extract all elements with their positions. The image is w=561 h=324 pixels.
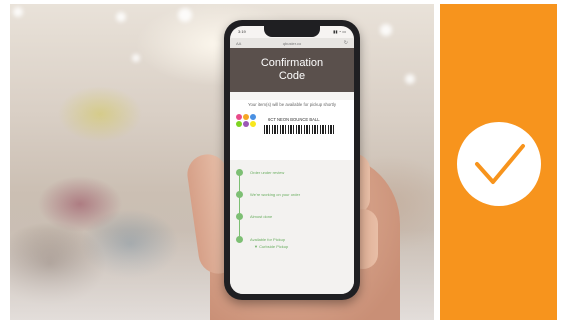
order-card: Your item(s) will be available for picku…	[230, 100, 354, 160]
status-icons: ▮▮ ◔ ▭	[333, 29, 346, 34]
check-circle	[457, 122, 541, 206]
timeline-step: Order under review	[250, 170, 285, 175]
timeline-step: Almost done	[250, 214, 273, 219]
timeline-dot	[236, 213, 243, 220]
pickup-message: Your item(s) will be available for picku…	[248, 102, 336, 107]
store-photo: 3:19 ▮▮ ◔ ▭ AA qbuster.co ↻ Confirmation…	[10, 4, 434, 320]
barcode	[264, 125, 336, 134]
timeline-dot	[236, 169, 243, 176]
confirmation-panel	[440, 4, 557, 320]
ceiling-light	[13, 7, 23, 17]
url-bar[interactable]: AA qbuster.co ↻	[230, 38, 354, 48]
order-timeline: Order under review We're working on your…	[230, 160, 354, 294]
ceiling-light	[178, 8, 192, 22]
product-thumbnail	[236, 114, 256, 134]
timeline-dot	[236, 236, 243, 243]
page-title-line2: Code	[278, 70, 306, 82]
phone-screen: 3:19 ▮▮ ◔ ▭ AA qbuster.co ↻ Confirmation…	[230, 26, 354, 294]
ceiling-light	[380, 24, 392, 36]
phone-notch	[264, 26, 320, 37]
smartphone: 3:19 ▮▮ ◔ ▭ AA qbuster.co ↻ Confirmation…	[224, 20, 360, 300]
curbside-pickup-option[interactable]: ▼ Curbside Pickup	[254, 244, 288, 249]
status-time: 3:19	[238, 29, 246, 34]
timeline-dot	[236, 191, 243, 198]
timeline-step: We're working on your order	[250, 192, 301, 197]
app-header: Confirmation Code	[230, 48, 354, 92]
ceiling-light	[405, 74, 415, 84]
checkmark-icon	[475, 144, 525, 184]
reload-icon[interactable]: ↻	[344, 40, 348, 46]
url-text: qbuster.co	[282, 41, 302, 46]
item-name: 6CT NEON BOUNCE BALL	[268, 117, 320, 122]
timeline-line	[239, 172, 240, 240]
ceiling-light	[132, 54, 140, 62]
ceiling-light	[116, 12, 126, 22]
page-title: Confirmation	[260, 57, 324, 69]
timeline-step: Available for Pickup	[250, 237, 286, 242]
